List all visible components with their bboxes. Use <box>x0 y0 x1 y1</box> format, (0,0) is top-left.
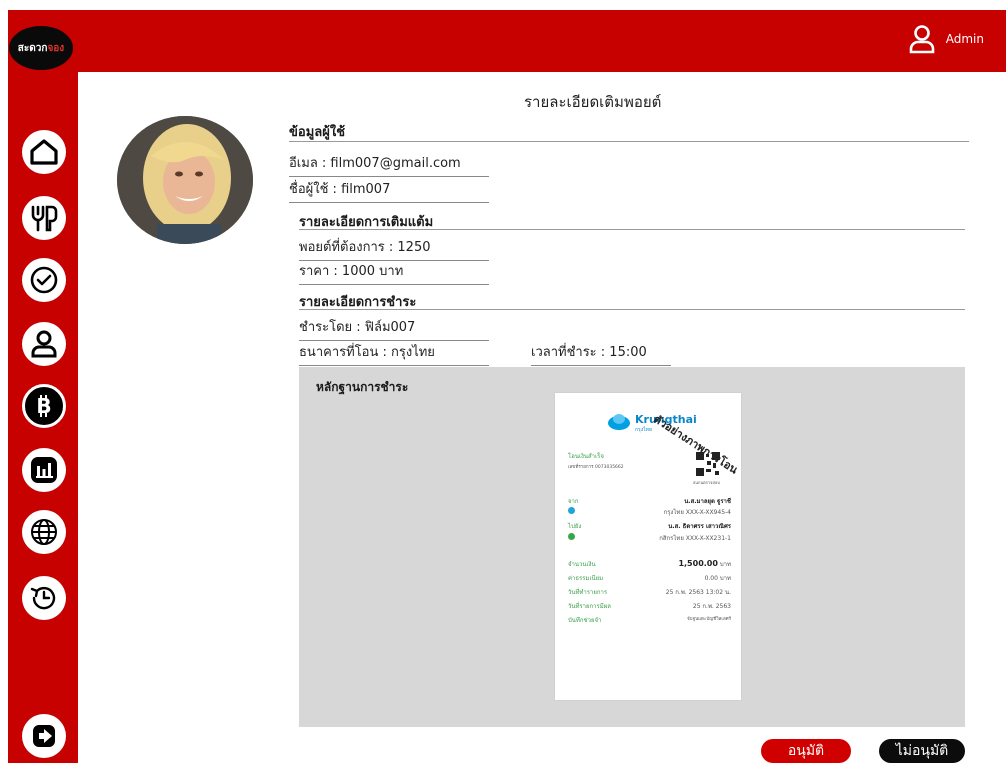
date-label: วันที่ทำรายการ <box>568 589 608 596</box>
date-value: 25 ก.พ. 2563 13:02 น. <box>665 589 731 596</box>
bitcoin-icon: B <box>36 394 51 418</box>
globe-icon <box>31 519 57 545</box>
memo-label: บันทึกช่วยจำ <box>568 617 602 624</box>
transfer-ref: เลขที่รายการ 0073035662 <box>568 465 624 470</box>
transfer-status: โอนเงินสำเร็จ <box>568 453 604 460</box>
sidebar-item-users[interactable] <box>22 322 66 366</box>
admin-label: Admin <box>945 32 984 46</box>
divider <box>299 309 965 310</box>
effective-date-value: 25 ก.พ. 2563 <box>692 603 731 610</box>
payment-proof-title: หลักฐานการชำระ <box>316 380 409 394</box>
logout-icon <box>33 725 55 747</box>
divider <box>289 141 969 142</box>
bank-logo-icon <box>608 414 630 430</box>
chart-icon <box>31 457 57 483</box>
bank-field: ธนาคารที่โอน : กรุงไทย <box>299 341 489 366</box>
profile-photo <box>117 116 253 244</box>
sidebar: B <box>8 72 78 763</box>
memo-value: จับจูนแตะบัญชีวิลเลศร์ <box>686 617 731 622</box>
svg-text:B: B <box>36 394 51 418</box>
transfer-slip-image: Krungthai กรุงไทย โอนเงินสำเร็จ เลขที่รา… <box>555 393 741 700</box>
effective-date-label: วันที่รายการมีผล <box>568 603 611 610</box>
check-icon <box>30 266 58 294</box>
sidebar-item-home[interactable] <box>22 130 66 174</box>
reject-button[interactable]: ไม่อนุมัติ <box>879 739 965 763</box>
amount-label: จำนวนเงิน <box>568 561 596 568</box>
sidebar-item-web[interactable] <box>22 510 66 554</box>
scan-label: สแกนตรวจสอบ <box>693 480 720 485</box>
to-name: น.ส. ธิดาศรร เสาวณิศร <box>668 523 731 530</box>
divider <box>299 229 965 230</box>
user-icon <box>31 330 57 358</box>
to-account: กสิกรไทย XXX-X-XX231-1 <box>659 535 731 542</box>
sidebar-item-reports[interactable] <box>22 448 66 492</box>
top-bar <box>8 10 1006 72</box>
logo-text-accent: จอง <box>47 42 65 54</box>
history-icon <box>30 586 56 610</box>
sidebar-item-points[interactable]: B <box>22 384 66 428</box>
to-dot-icon <box>568 533 575 540</box>
app-logo[interactable]: สะดวก จอง <box>9 26 73 70</box>
username-field: ชื่อผู้ใช้ : film007 <box>289 178 489 203</box>
fee-value: 0.00 <box>704 575 718 582</box>
approve-button[interactable]: อนุมัติ <box>761 739 851 763</box>
user-section-title: ข้อมูลผู้ใช้ <box>289 125 346 140</box>
email-field: อีเมล : film007@gmail.com <box>289 152 489 177</box>
sidebar-item-approvals[interactable] <box>22 258 66 302</box>
paid-by-field: ชำระโดย : ฟิล์ม007 <box>299 316 489 341</box>
from-account: กรุงไทย XXX-X-XX945-4 <box>663 509 731 516</box>
amount-unit: บาท <box>719 561 731 568</box>
sidebar-item-restaurant[interactable] <box>22 196 66 240</box>
fee-label: ค่าธรรมเนียม <box>568 575 604 582</box>
app-root: สะดวก จอง Admin B รายละเอียดเติมพอยต์ ข้… <box>0 0 1006 763</box>
admin-menu[interactable]: Admin <box>908 24 984 54</box>
sidebar-item-history[interactable] <box>22 576 66 620</box>
fee-unit: บาท <box>719 575 731 582</box>
from-dot-icon <box>568 507 575 514</box>
avatar <box>117 116 253 244</box>
bank-name-th: กรุงไทย <box>635 427 652 433</box>
page-title: รายละเอียดเติมพอยต์ <box>524 93 662 111</box>
logout-button[interactable] <box>22 714 66 758</box>
to-label: ไปยัง <box>568 523 582 530</box>
restaurant-icon <box>31 205 58 232</box>
amount-value: 1,500.00 <box>678 559 718 568</box>
points-field: พอยต์ที่ต้องการ : 1250 <box>299 236 489 261</box>
payment-time-field: เวลาที่ชำระ : 15:00 <box>531 341 671 366</box>
from-name: น.ส.มาลยุต ฐูราชี <box>684 498 731 505</box>
price-field: ราคา : 1000 บาท <box>299 260 489 285</box>
home-icon <box>30 139 58 165</box>
from-label: จาก <box>568 498 579 505</box>
logo-text-main: สะดวก <box>17 42 48 54</box>
user-icon <box>909 25 935 54</box>
